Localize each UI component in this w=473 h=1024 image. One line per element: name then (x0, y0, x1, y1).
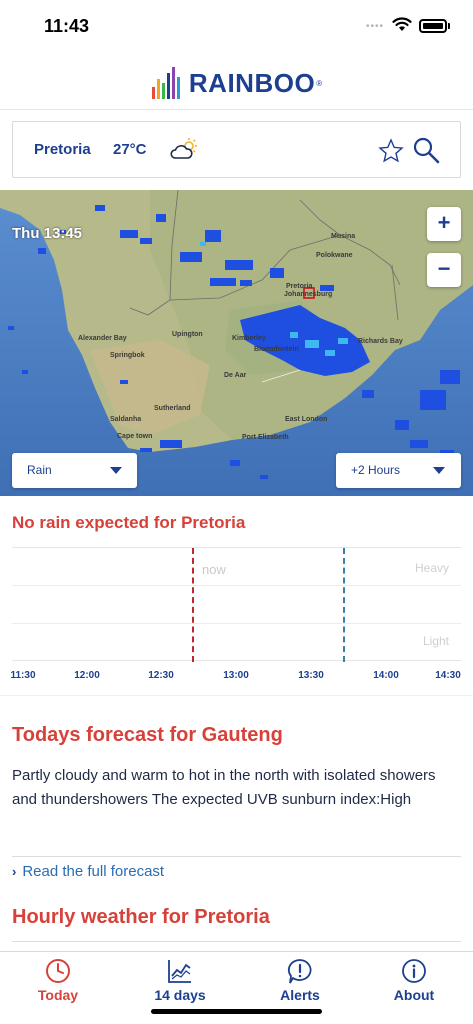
light-label: Light (422, 634, 449, 648)
home-indicator[interactable] (151, 1009, 322, 1014)
location-bar[interactable]: Pretoria 27°C (12, 121, 461, 178)
signal-dots-icon: •••• (366, 21, 385, 32)
partly-cloudy-icon (170, 138, 197, 159)
clock-icon (46, 959, 70, 983)
chart-icon (168, 960, 191, 983)
chevron-right-icon: › (12, 864, 17, 879)
chart-gridline (12, 623, 461, 624)
map-place-label: Port Elizabeth (242, 434, 289, 441)
header-divider (0, 109, 473, 110)
tab-14-days-label: 14 days (154, 987, 206, 1003)
time-tick-label: 11:30 (10, 670, 36, 681)
tab-14-days[interactable]: 14 days (135, 958, 225, 1003)
forecast-title: Todays forecast for Gauteng (12, 724, 283, 746)
time-tick-label: 12:30 (148, 670, 174, 681)
chevron-down-icon (110, 467, 122, 474)
layer-select[interactable]: Rain (12, 453, 137, 488)
radar-timestamp: Thu 13:45 (12, 225, 83, 242)
rain-status-title: No rain expected for Pretoria (12, 513, 246, 532)
read-full-forecast-link[interactable]: › Read the full forecast (12, 863, 164, 880)
map-place-label: Saldanha (110, 416, 142, 423)
forecast-marker-line (343, 548, 345, 662)
tab-about-label: About (393, 987, 435, 1003)
location-city[interactable]: Pretoria (34, 141, 91, 158)
status-bar: 11:43 •••• (0, 0, 473, 52)
hourly-weather-title: Hourly weather for Pretoria (12, 906, 270, 928)
tab-today-label: Today (37, 987, 79, 1003)
forecast-text: Partly cloudy and warm to hot in the nor… (12, 767, 436, 808)
rain-intensity-chart: now Heavy Light (12, 547, 461, 662)
map-place-label: Kimberley (232, 335, 266, 342)
map-place-label: Polokwane (316, 252, 353, 259)
battery-nub (448, 23, 450, 29)
tab-alerts-label: Alerts (280, 987, 320, 1003)
favorite-star-icon[interactable] (378, 138, 404, 164)
time-tick-label: 14:00 (373, 670, 399, 681)
time-tick-label: 13:00 (223, 670, 249, 681)
read-full-forecast-label: Read the full forecast (22, 863, 165, 880)
rain-time-axis: 11:30 12:00 12:30 13:00 13:30 14:00 14:3… (0, 670, 473, 686)
section-divider (0, 695, 473, 696)
heavy-label: Heavy (414, 561, 449, 575)
wifi-icon (392, 17, 412, 31)
layer-select-value: Rain (27, 463, 52, 477)
chevron-down-icon (433, 467, 445, 474)
map-place-label: Sutherland (154, 405, 191, 412)
hourly-divider (12, 941, 461, 942)
status-time: 11:43 (44, 16, 90, 36)
radar-map[interactable]: Thu 13:45 Musina Polokwane Pretoria Joha… (0, 190, 473, 496)
alert-icon (287, 959, 312, 984)
tab-about[interactable]: About (369, 958, 459, 1003)
time-tick-label: 14:30 (435, 670, 461, 681)
now-marker-line (192, 548, 194, 662)
tab-alerts[interactable]: Alerts (255, 958, 345, 1003)
tab-today[interactable]: Today (13, 958, 103, 1003)
time-tick-label: 13:30 (298, 670, 324, 681)
info-icon (402, 959, 426, 983)
brand-name: RAINBOO (188, 67, 316, 98)
map-place-label: Johannesburg (284, 291, 333, 298)
map-place-label: Upington (172, 331, 203, 338)
map-place-label: Alexander Bay (78, 335, 127, 342)
map-place-label: Richards Bay (358, 338, 403, 345)
battery-icon (419, 19, 447, 33)
app-header: RAINBOO ® (0, 60, 473, 106)
now-label: now (202, 562, 226, 577)
map-place-label: Springbok (110, 352, 145, 359)
map-place-label: Musina (331, 233, 356, 240)
zoom-out-button[interactable]: − (427, 253, 461, 287)
zoom-in-button[interactable]: + (427, 207, 461, 241)
map-place-label: Bloemfontein (254, 346, 299, 353)
time-offset-select[interactable]: +2 Hours (336, 453, 461, 488)
map-place-label: Pretoria (286, 283, 313, 290)
map-place-label: Cape town (117, 433, 153, 440)
brand-registered-mark: ® (316, 78, 323, 88)
search-icon[interactable] (412, 136, 440, 164)
map-place-label: De Aar (224, 372, 247, 379)
time-tick-label: 12:00 (74, 670, 100, 681)
time-offset-select-value: +2 Hours (351, 463, 401, 477)
forecast-divider (12, 856, 461, 857)
location-temperature: 27°C (113, 141, 147, 158)
rainboo-logo-icon (151, 67, 180, 99)
chart-gridline (12, 585, 461, 586)
map-place-label: East London (285, 416, 328, 423)
